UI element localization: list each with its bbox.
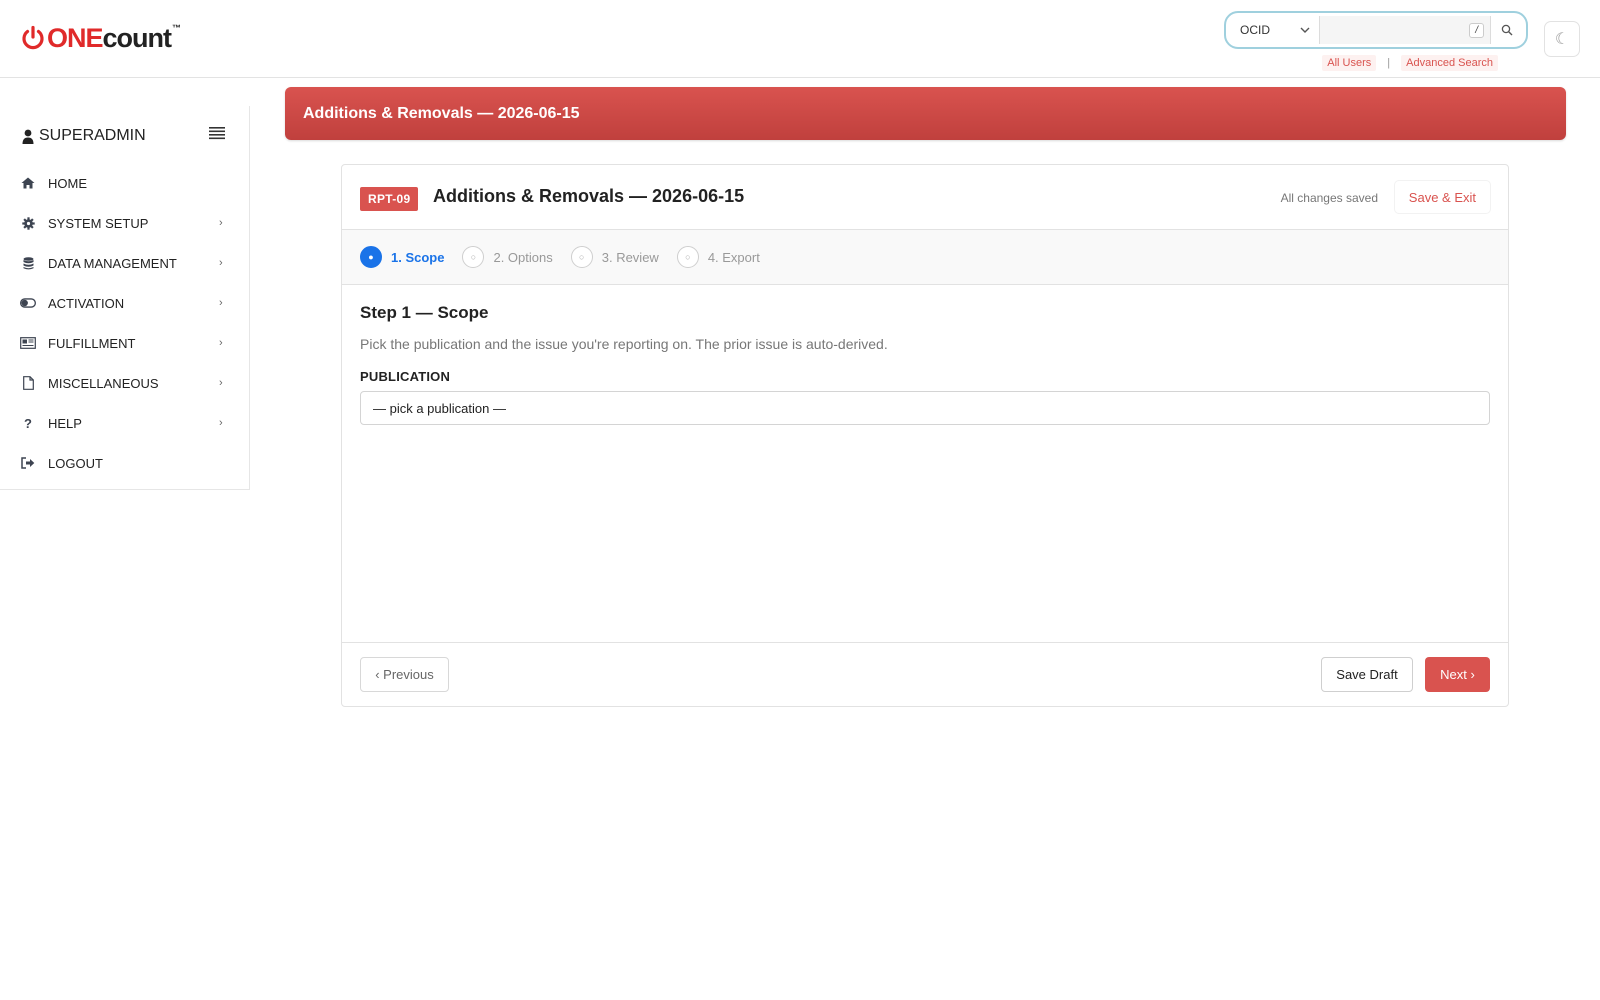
step-body: Step 1 — Scope Pick the publication and … (360, 303, 1490, 425)
question-icon: ? (24, 415, 32, 431)
top-header: ONE count ™ OCID / All Users | Advanced Se… (0, 0, 1600, 78)
sidebar-item-data-management[interactable]: DATA MANAGEMENT › (0, 243, 250, 283)
sidebar-item-home[interactable]: HOME (0, 163, 250, 203)
sidebar-item-label: SYSTEM SETUP (48, 215, 149, 231)
previous-button[interactable]: ‹ Previous (360, 657, 449, 692)
search-button[interactable] (1490, 16, 1522, 44)
logo-one-text: ONE (47, 22, 104, 53)
logo-count-text: count (102, 22, 172, 53)
newspaper-icon (20, 335, 36, 351)
step-dot-icon: ○ (676, 246, 699, 268)
database-icon (20, 255, 36, 271)
page-title-banner: Additions & Removals — 2026-06-15 (285, 87, 1566, 140)
sidebar: SUPERADMIN HOME SYSTEM SETUP › DATA MANA… (0, 106, 250, 490)
file-icon (20, 375, 36, 391)
onecount-logo[interactable]: ONE count ™ (20, 22, 181, 54)
toggle-icon (20, 295, 36, 311)
page-title: Additions & Removals — 2026-06-15 (303, 104, 580, 122)
sidebar-item-label: ACTIVATION (48, 295, 125, 311)
sidebar-item-label: HELP (48, 415, 82, 431)
sidebar-item-fulfillment[interactable]: FULFILLMENT › (0, 323, 250, 363)
gear-icon (20, 215, 36, 231)
search-type-value: OCID (1240, 23, 1270, 37)
sidebar-item-label: MISCELLANEOUS (48, 375, 159, 391)
step-label: 2. Options (493, 249, 553, 265)
save-status: All changes saved (1280, 191, 1378, 205)
sidebar-menu: HOME SYSTEM SETUP › DATA MANAGEMENT › AC… (0, 163, 250, 483)
sidebar-item-label: FULFILLMENT (48, 335, 136, 351)
search-input[interactable]: / (1320, 16, 1490, 44)
step-dot-active-icon: ● (360, 246, 382, 268)
chevron-right-icon: › (219, 417, 223, 429)
sidebar-item-system-setup[interactable]: SYSTEM SETUP › (0, 203, 250, 243)
report-wizard-card: RPT-09 Additions & Removals — 2026-06-15… (341, 164, 1509, 707)
save-draft-button[interactable]: Save Draft (1321, 657, 1413, 692)
sidebar-collapse-icon[interactable] (209, 126, 227, 140)
publication-label: PUBLICATION (360, 369, 451, 384)
search-icon (1501, 24, 1512, 36)
theme-toggle-button[interactable]: ☾ (1544, 21, 1580, 57)
chevron-right-icon: › (219, 297, 223, 309)
sidebar-item-miscellaneous[interactable]: MISCELLANEOUS › (0, 363, 250, 403)
card-footer: ‹ Previous Save Draft Next › (342, 642, 1508, 706)
card-header: RPT-09 Additions & Removals — 2026-06-15… (342, 165, 1508, 230)
step-export[interactable]: ○ 4. Export (676, 246, 760, 268)
step-review[interactable]: ○ 3. Review (570, 246, 659, 268)
sidebar-item-label: DATA MANAGEMENT (48, 255, 177, 271)
power-icon (22, 25, 44, 50)
chevron-right-icon: › (219, 217, 223, 229)
publication-select[interactable]: — pick a publication — (360, 391, 1490, 425)
step-dot-icon: ○ (462, 246, 485, 268)
sidebar-item-label: HOME (48, 175, 87, 191)
step-options[interactable]: ○ 2. Options (462, 246, 553, 268)
advanced-search-link[interactable]: Advanced Search (1401, 55, 1498, 71)
sidebar-item-logout[interactable]: LOGOUT (0, 443, 250, 483)
search-type-select[interactable]: OCID (1230, 16, 1320, 44)
sidebar-username: SUPERADMIN (39, 127, 146, 144)
step-description: Pick the publication and the issue you'r… (360, 336, 888, 352)
logout-icon (20, 455, 36, 471)
report-code-badge: RPT-09 (360, 187, 419, 211)
publication-select-value: — pick a publication — (373, 400, 506, 416)
logo-trademark: ™ (172, 23, 182, 33)
wizard-steps: ● 1. Scope ○ 2. Options ○ 3. Review ○ 4.… (342, 230, 1508, 285)
save-exit-button[interactable]: Save & Exit (1394, 181, 1490, 213)
sidebar-user: SUPERADMIN (22, 127, 146, 145)
chevron-right-icon: › (219, 257, 223, 269)
user-icon (22, 129, 34, 144)
step-scope[interactable]: ● 1. Scope (360, 246, 444, 268)
shortcut-hint: / (1469, 22, 1484, 38)
sidebar-item-label: LOGOUT (48, 455, 103, 471)
search-sublinks: All Users | Advanced Search (1322, 55, 1498, 71)
chevron-down-icon (1300, 27, 1310, 33)
next-button[interactable]: Next › (1425, 657, 1490, 692)
sidebar-item-help[interactable]: ? HELP › (0, 403, 250, 443)
step-heading: Step 1 — Scope (360, 303, 489, 322)
link-separator: | (1387, 57, 1391, 69)
all-users-link[interactable]: All Users (1322, 55, 1377, 71)
step-label: 3. Review (601, 249, 659, 265)
step-label: 1. Scope (391, 249, 445, 265)
chevron-right-icon: › (219, 337, 223, 349)
search-bar: OCID / (1224, 11, 1528, 49)
step-dot-icon: ○ (570, 246, 593, 268)
card-title: Additions & Removals — 2026-06-15 (433, 186, 745, 206)
step-label: 4. Export (707, 249, 760, 265)
sidebar-item-activation[interactable]: ACTIVATION › (0, 283, 250, 323)
chevron-right-icon: › (219, 377, 223, 389)
moon-icon: ☾ (1554, 31, 1570, 48)
home-icon (20, 175, 36, 191)
